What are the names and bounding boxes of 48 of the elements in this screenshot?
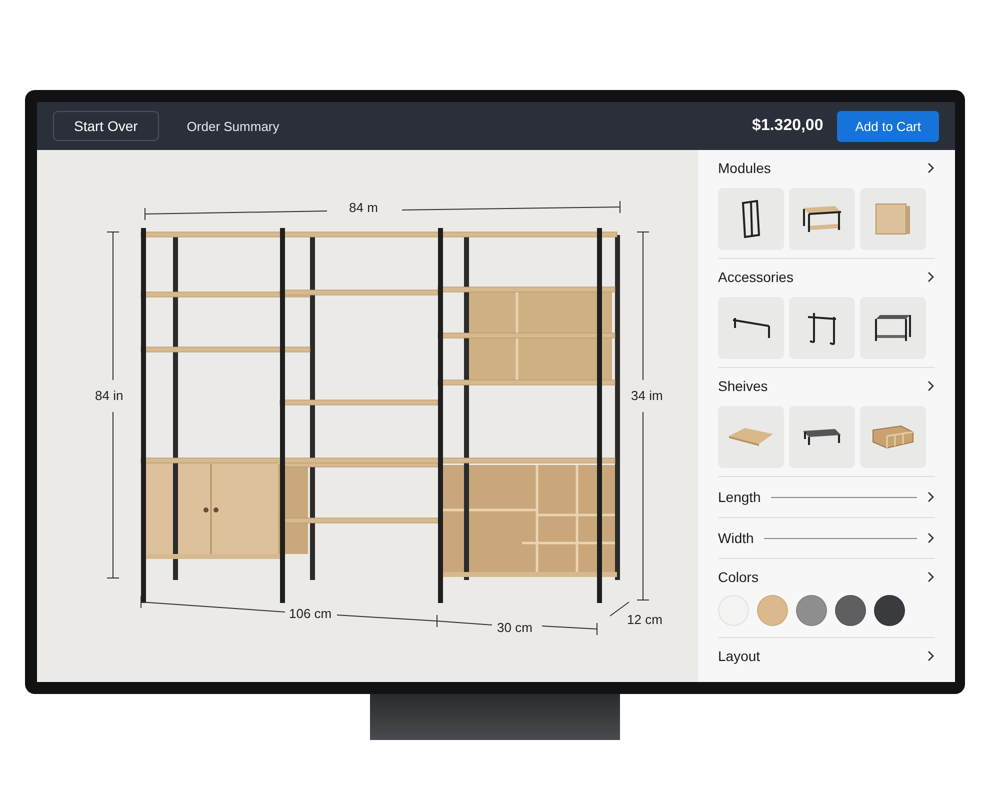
option-thumbnail[interactable] — [789, 188, 855, 250]
total-price: $1.320,00 — [752, 117, 824, 135]
shelf-board-icon — [728, 427, 774, 447]
hook-rail-icon — [807, 310, 837, 346]
frame-icon — [741, 199, 761, 239]
color-swatch[interactable] — [874, 595, 905, 626]
section-title[interactable]: Layout — [718, 648, 760, 664]
chevron-right-icon[interactable] — [927, 491, 935, 503]
cabinet-icon — [875, 203, 911, 235]
section-title[interactable]: Sheives — [718, 378, 768, 394]
option-thumbnail[interactable] — [718, 297, 784, 359]
chevron-right-icon[interactable] — [927, 271, 935, 283]
chevron-right-icon[interactable] — [927, 532, 935, 544]
chevron-right-icon[interactable] — [927, 571, 935, 583]
section-title[interactable]: Accessories — [718, 269, 794, 285]
option-thumbnail[interactable] — [860, 188, 926, 250]
depth-dimension-line — [610, 602, 630, 616]
dimension-label: 84 m — [349, 200, 378, 215]
rack-icon — [875, 314, 911, 342]
section-title[interactable]: Colors — [718, 569, 758, 585]
section-title[interactable]: Width — [718, 530, 754, 546]
option-thumbnail[interactable] — [789, 406, 855, 468]
dimension-label: 12 cm — [627, 612, 662, 627]
add-to-cart-button[interactable]: Add to Cart — [837, 110, 939, 142]
option-thumbnail[interactable] — [860, 297, 926, 359]
order-summary-link[interactable]: Order Summary — [186, 118, 280, 134]
table-icon — [802, 205, 842, 233]
option-thumbnail[interactable] — [718, 188, 784, 250]
dimension-label: 84 in — [95, 388, 124, 403]
dimension-label: 106 cm — [289, 606, 332, 621]
color-swatch[interactable] — [796, 595, 827, 626]
cubby-box-icon — [872, 425, 914, 449]
start-over-button[interactable]: Start Over — [53, 111, 159, 141]
option-thumbnail[interactable] — [718, 406, 784, 468]
color-swatch[interactable] — [835, 595, 866, 626]
section-title[interactable]: Length — [718, 489, 761, 505]
color-swatch[interactable] — [718, 595, 749, 626]
chevron-right-icon[interactable] — [927, 162, 935, 174]
option-thumbnail[interactable] — [789, 297, 855, 359]
chevron-right-icon[interactable] — [927, 650, 935, 662]
color-swatch[interactable] — [757, 595, 788, 626]
grill-shelf-icon — [802, 428, 842, 446]
option-thumbnail[interactable] — [860, 406, 926, 468]
dimension-label: 34 im — [631, 388, 663, 403]
section-title[interactable]: Modules — [718, 160, 771, 176]
rail-icon — [732, 316, 770, 340]
dimension-label: 30 cm — [497, 620, 532, 635]
chevron-right-icon[interactable] — [927, 380, 935, 392]
